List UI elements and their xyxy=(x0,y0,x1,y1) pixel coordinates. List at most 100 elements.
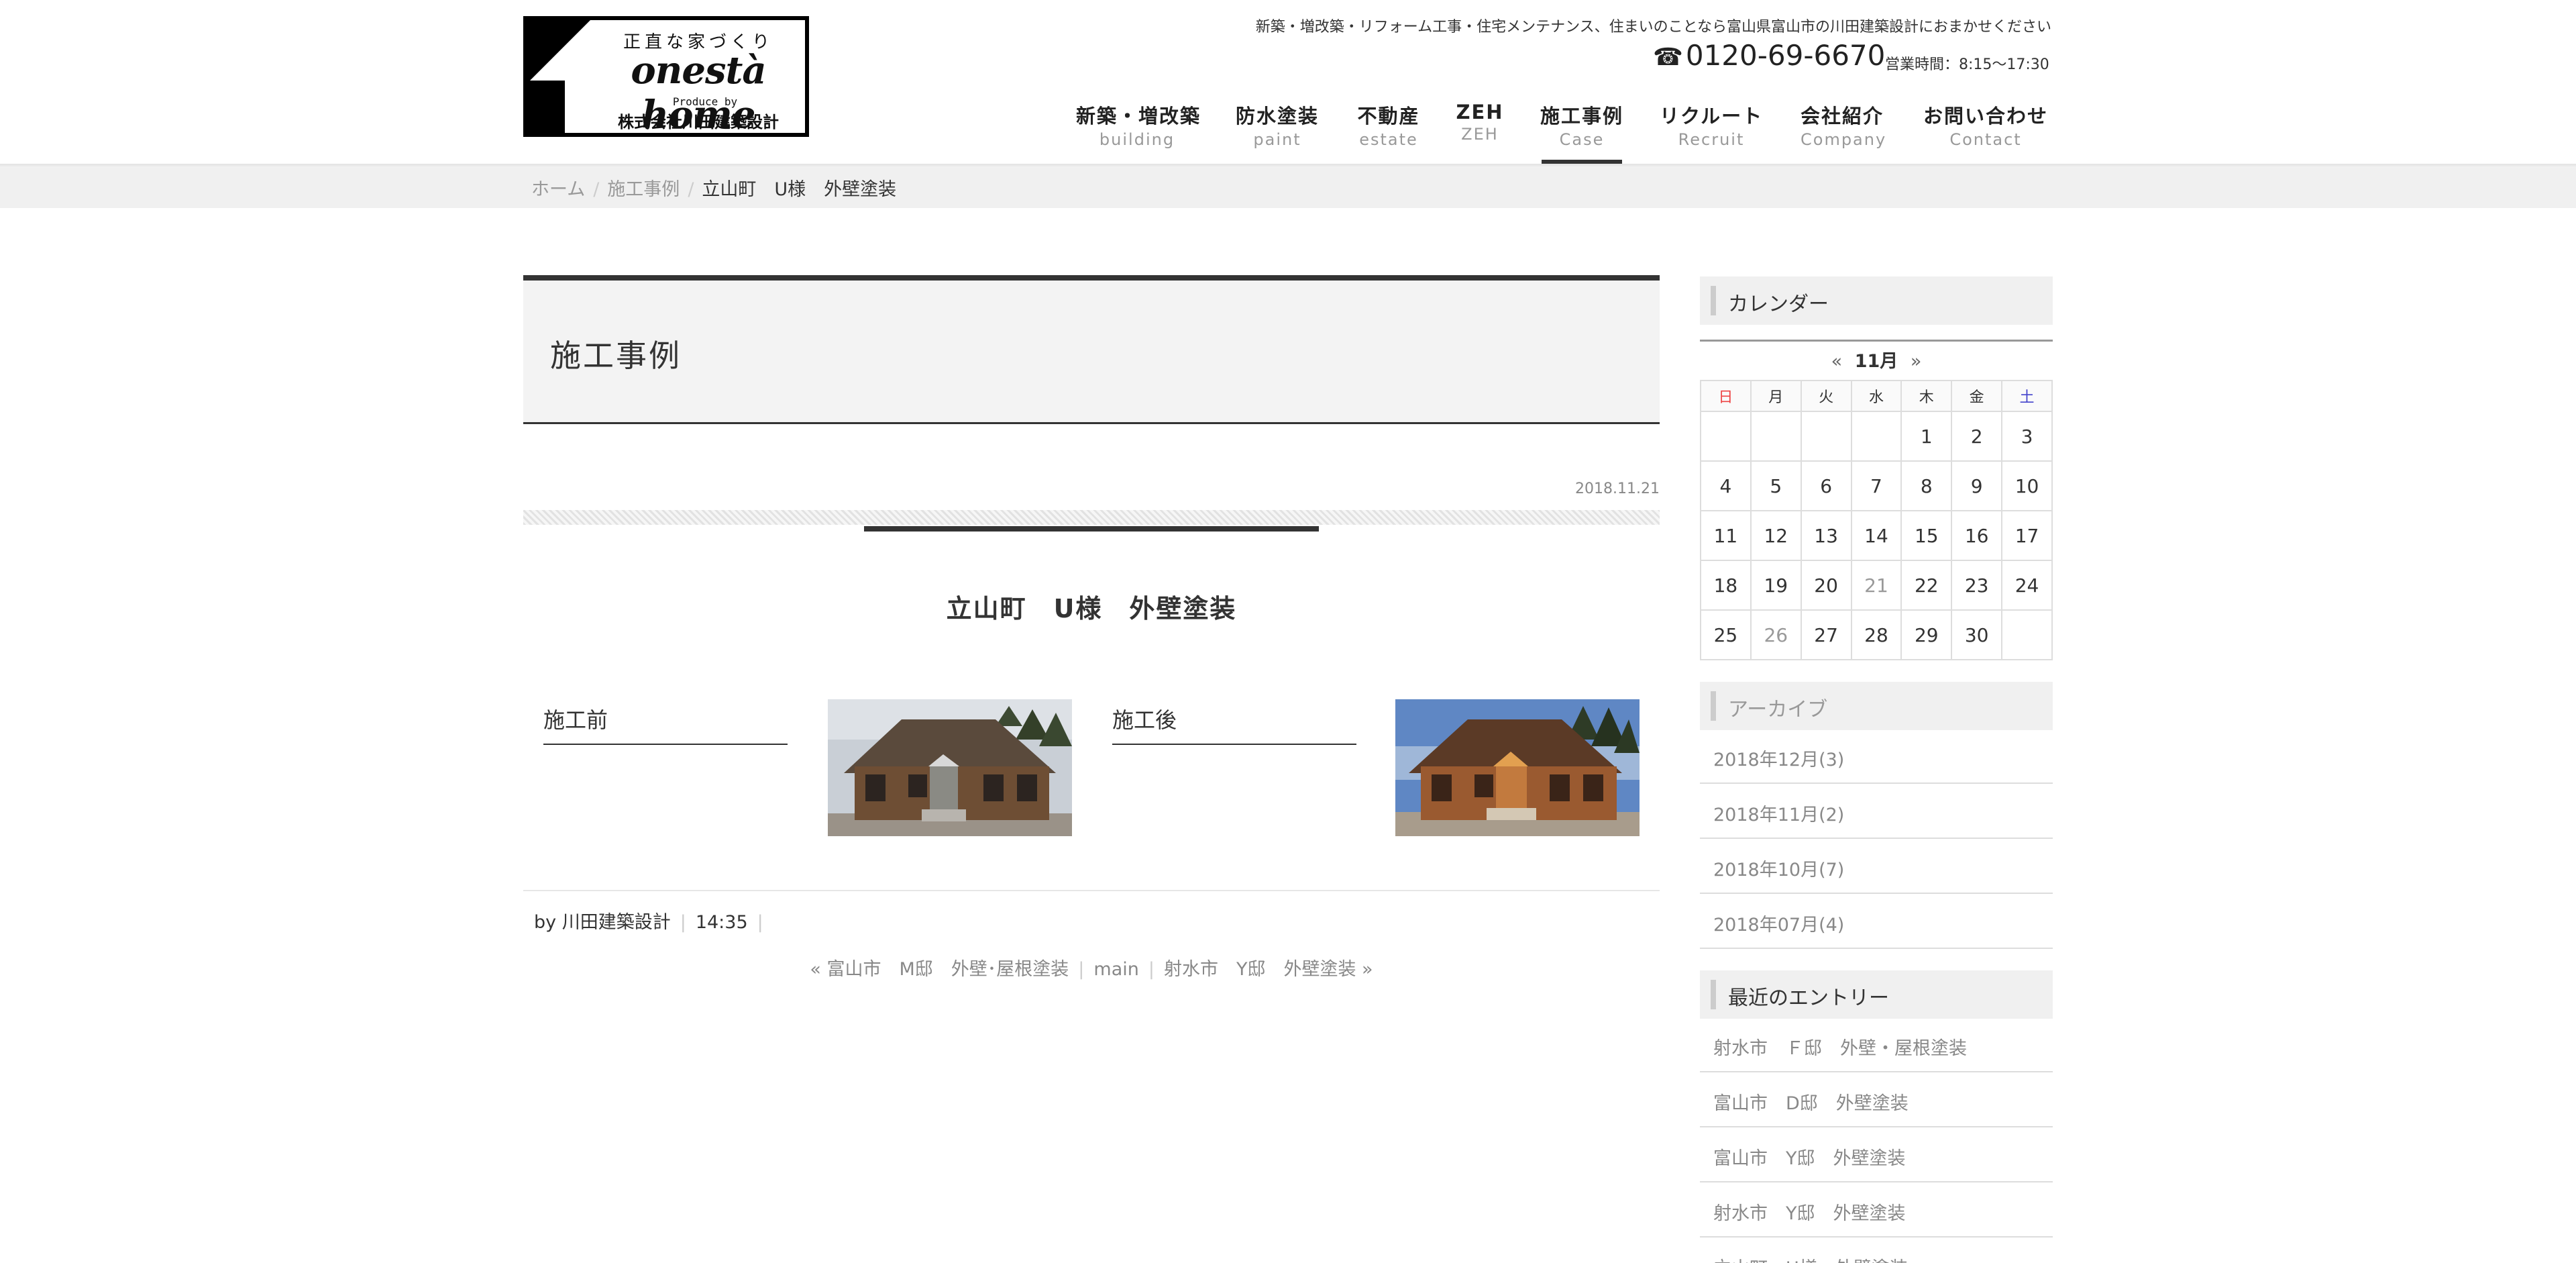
nav-label: ZEH xyxy=(1456,101,1504,123)
nav-item-company[interactable]: 会社紹介 Company xyxy=(1801,101,1887,149)
calendar-day: 18 xyxy=(1700,560,1752,611)
post-title: 立山町 U様 外壁塗装 xyxy=(946,594,1237,623)
meta-separator: | xyxy=(680,912,686,933)
before-photo[interactable] xyxy=(828,699,1072,836)
archive-item[interactable]: 2018年07月(4) xyxy=(1700,895,2053,949)
site-header: 正直な家づくり onestà home Produce by 株式会社川田建築設… xyxy=(0,0,2576,164)
calendar-day: 20 xyxy=(1800,560,1852,611)
nav-label: リクルート xyxy=(1660,105,1764,128)
before-caption: 施工前 xyxy=(543,707,608,733)
nav-item-paint[interactable]: 防水塗装 paint xyxy=(1236,101,1319,149)
nav-sublabel: Company xyxy=(1801,130,1887,149)
calendar-day: 22 xyxy=(1900,560,1953,611)
nav-label: お問い合わせ xyxy=(1923,105,2048,128)
nav-sublabel: Recruit xyxy=(1678,130,1745,149)
post-divider-bar xyxy=(864,526,1319,532)
logo-wall-shape xyxy=(527,81,565,137)
weekday-sat: 土 xyxy=(2001,380,2053,412)
calendar-day: 10 xyxy=(2001,460,2053,511)
breadcrumb-separator: / xyxy=(688,179,694,200)
nav-label: 施工事例 xyxy=(1540,105,1624,128)
calendar-day: 29 xyxy=(1900,609,1953,660)
recent-entry[interactable]: 射水市 Y邸 外壁塗装 xyxy=(1700,1184,2053,1237)
widget-accent xyxy=(1711,286,1716,315)
post-author[interactable]: by 川田建築設計 xyxy=(534,912,671,933)
business-hours: 営業時間：8:15〜17:30 xyxy=(1885,56,2049,73)
calendar-prev-button[interactable]: « xyxy=(1831,351,1843,372)
weekday-tue: 火 xyxy=(1800,380,1852,412)
weekday-fri: 金 xyxy=(1951,380,2003,412)
weekday-thu: 木 xyxy=(1900,380,1953,412)
calendar-day: 6 xyxy=(1800,460,1852,511)
calendar-day xyxy=(1750,411,1802,462)
calendar-day xyxy=(1850,411,1902,462)
page-title: 施工事例 xyxy=(550,338,682,374)
nav-item-zeh[interactable]: ZEH ZEH xyxy=(1453,101,1507,144)
calendar-day xyxy=(1700,411,1752,462)
recent-entry[interactable]: 射水市 Ｆ邸 外壁・屋根塗装 xyxy=(1700,1019,2053,1072)
nav-item-case[interactable]: 施工事例 Case xyxy=(1540,101,1623,149)
calendar-day: 3 xyxy=(2001,411,2053,462)
recent-entry[interactable]: 富山市 Y邸 外壁塗装 xyxy=(1700,1129,2053,1182)
calendar-next-button[interactable]: » xyxy=(1911,351,1922,372)
after-caption: 施工後 xyxy=(1112,707,1177,733)
breadcrumb-home[interactable]: ホーム xyxy=(531,179,585,200)
recent-title: 最近のエントリー xyxy=(1728,987,1889,1010)
nav-item-building[interactable]: 新築・増改築 building xyxy=(1076,101,1201,149)
recent-entry-link: 富山市 Y邸 外壁塗装 xyxy=(1713,1148,1906,1169)
calendar-day-with-post[interactable]: 21 xyxy=(1850,560,1902,611)
nav-sublabel: building xyxy=(1099,130,1175,149)
nav-item-recruit[interactable]: リクルート Recruit xyxy=(1660,101,1763,149)
recent-entry[interactable]: 立山町 U様 外壁塗装 xyxy=(1700,1239,2053,1263)
calendar-week: 18 19 20 21 22 23 24 xyxy=(1700,560,2053,611)
archive-item[interactable]: 2018年11月(2) xyxy=(1700,785,2053,839)
archive-item[interactable]: 2018年12月(3) xyxy=(1700,730,2053,784)
calendar-day: 12 xyxy=(1750,510,1802,561)
archive-title: アーカイブ xyxy=(1728,698,1828,721)
main-link[interactable]: main xyxy=(1093,959,1138,980)
logo-roof-shape xyxy=(527,20,590,83)
calendar-widget-header: カレンダー xyxy=(1700,276,2053,325)
next-post-link[interactable]: 射水市 Y邸 外壁塗装 » xyxy=(1164,959,1373,980)
calendar-day: 14 xyxy=(1850,510,1902,561)
nav-sublabel: Case xyxy=(1559,130,1605,149)
site-logo[interactable]: 正直な家づくり onestà home Produce by 株式会社川田建築設… xyxy=(523,16,809,137)
logo-produce-by: Produce by xyxy=(672,95,738,108)
breadcrumb-separator: / xyxy=(593,179,600,200)
page-title-box xyxy=(523,275,1660,424)
calendar-day xyxy=(2001,609,2053,660)
calendar-grid: 日 月 火 水 木 金 土 1 2 3 4 5 6 7 8 9 10 11 12… xyxy=(1700,380,2053,660)
nav-item-estate[interactable]: 不動産 estate xyxy=(1356,101,1421,149)
prev-post-link[interactable]: « 富山市 M邸 外壁･屋根塗装 xyxy=(810,959,1069,980)
calendar-month-label: 11月 xyxy=(1854,351,1898,372)
widget-accent xyxy=(1711,980,1716,1009)
nav-label: 不動産 xyxy=(1357,105,1420,128)
nav-label: 新築・増改築 xyxy=(1076,105,1201,128)
after-photo[interactable] xyxy=(1395,699,1640,836)
calendar-week: 25 26 27 28 29 30 xyxy=(1700,609,2053,660)
breadcrumb: ホーム / 施工事例 / 立山町 U様 外壁塗装 xyxy=(531,174,896,201)
recent-widget-header: 最近のエントリー xyxy=(1700,970,2053,1019)
calendar-day-with-post[interactable]: 26 xyxy=(1750,609,1802,660)
logo-company-name: 株式会社川田建築設計 xyxy=(618,113,779,132)
post-meta-divider xyxy=(523,890,1660,891)
weekday-mon: 月 xyxy=(1750,380,1802,412)
calendar-day: 7 xyxy=(1850,460,1902,511)
calendar-day: 19 xyxy=(1750,560,1802,611)
recent-entry-link: 射水市 Ｆ邸 外壁・屋根塗装 xyxy=(1713,1038,1967,1059)
calendar-day: 8 xyxy=(1900,460,1953,511)
header-phone[interactable]: ☎0120-69-6670 xyxy=(1653,39,1885,72)
breadcrumb-section[interactable]: 施工事例 xyxy=(607,179,680,200)
nav-item-contact[interactable]: お問い合わせ Contact xyxy=(1920,101,2051,149)
recent-entry[interactable]: 富山市 D邸 外壁塗装 xyxy=(1700,1074,2053,1127)
archive-link: 2018年11月(2) xyxy=(1713,805,1845,825)
calendar-day: 2 xyxy=(1951,411,2003,462)
post-nav-separator: | xyxy=(1148,959,1155,980)
recent-entry-link: 射水市 Y邸 外壁塗装 xyxy=(1713,1203,1906,1224)
calendar-week: 4 5 6 7 8 9 10 xyxy=(1700,460,2053,511)
calendar-month-nav: « 11月 » xyxy=(1700,340,2053,382)
before-caption-underline xyxy=(543,744,788,745)
calendar-day: 15 xyxy=(1900,510,1953,561)
calendar-day: 28 xyxy=(1850,609,1902,660)
archive-item[interactable]: 2018年10月(7) xyxy=(1700,840,2053,894)
